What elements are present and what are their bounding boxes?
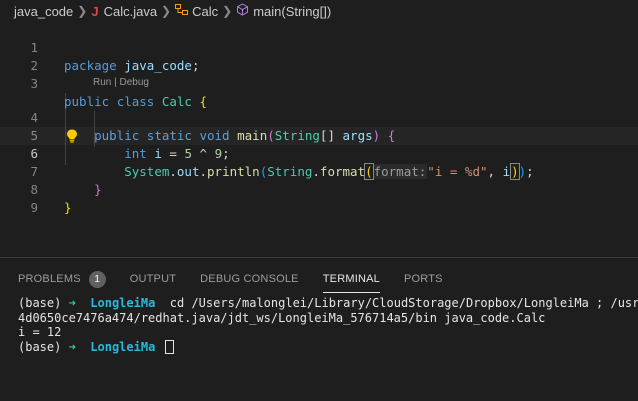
method-icon [236,3,249,19]
tab-debug-console[interactable]: DEBUG CONSOLE [200,268,299,290]
code-line-6: 6 System.out.println(String.format(forma… [0,127,638,180]
breadcrumb: java_code ❯ J Calc.java ❯ Calc ❯ main(St… [0,0,638,22]
tab-problems[interactable]: PROBLEMS 1 [18,268,106,290]
breadcrumb-folder[interactable]: java_code [14,4,73,19]
breadcrumb-method[interactable]: main(String[]) [253,4,331,19]
class-icon [175,4,189,18]
code-editor[interactable]: 1 package java_code; 2 3 public class Ca… [0,21,638,257]
chevron-right-icon: ❯ [77,4,88,18]
terminal-line: (base) ➜ LongleiMa [18,340,638,354]
line-number: 9 [30,200,38,215]
tab-output[interactable]: OUTPUT [130,268,176,290]
terminal-line: i = 12 [18,325,62,339]
terminal-output[interactable]: (base) ➜ LongleiMa cd /Users/malonglei/L… [18,296,638,354]
code-line-2: 2 [0,39,638,73]
code-line-8: 8 } [0,163,638,215]
tab-terminal[interactable]: TERMINAL [322,268,381,293]
panel-tabs: PROBLEMS 1 OUTPUT DEBUG CONSOLE TERMINAL… [18,268,467,293]
code-line-1: 1 package java_code; [0,21,638,73]
code-line-4: 4 public static void main(String[] args)… [0,91,638,143]
terminal-cursor [164,340,174,354]
code-line-3: 3 public class Calc { [0,57,638,109]
code-line-5: 5 int i = 5 ^ 9; [0,109,638,161]
code-line-9: 9 [0,181,638,215]
breadcrumb-class[interactable]: Calc [192,4,218,19]
bottom-panel: PROBLEMS 1 OUTPUT DEBUG CONSOLE TERMINAL… [0,257,638,401]
java-file-icon: J [91,3,99,19]
tab-ports[interactable]: PORTS [404,268,443,290]
chevron-right-icon: ❯ [161,4,172,18]
breadcrumb-file[interactable]: Calc.java [104,4,157,19]
terminal-line: 4d0650ce7476a474/redhat.java/jdt_ws/Long… [18,310,546,325]
codelens-run-debug[interactable]: Run | Debug [93,77,149,88]
lightbulb-icon[interactable] [66,129,78,143]
chevron-right-icon: ❯ [222,4,233,18]
code-line-7: 7 } [0,145,638,197]
terminal-line: (base) ➜ LongleiMa cd /Users/malonglei/L… [18,296,638,310]
problems-count-badge: 1 [88,270,106,288]
